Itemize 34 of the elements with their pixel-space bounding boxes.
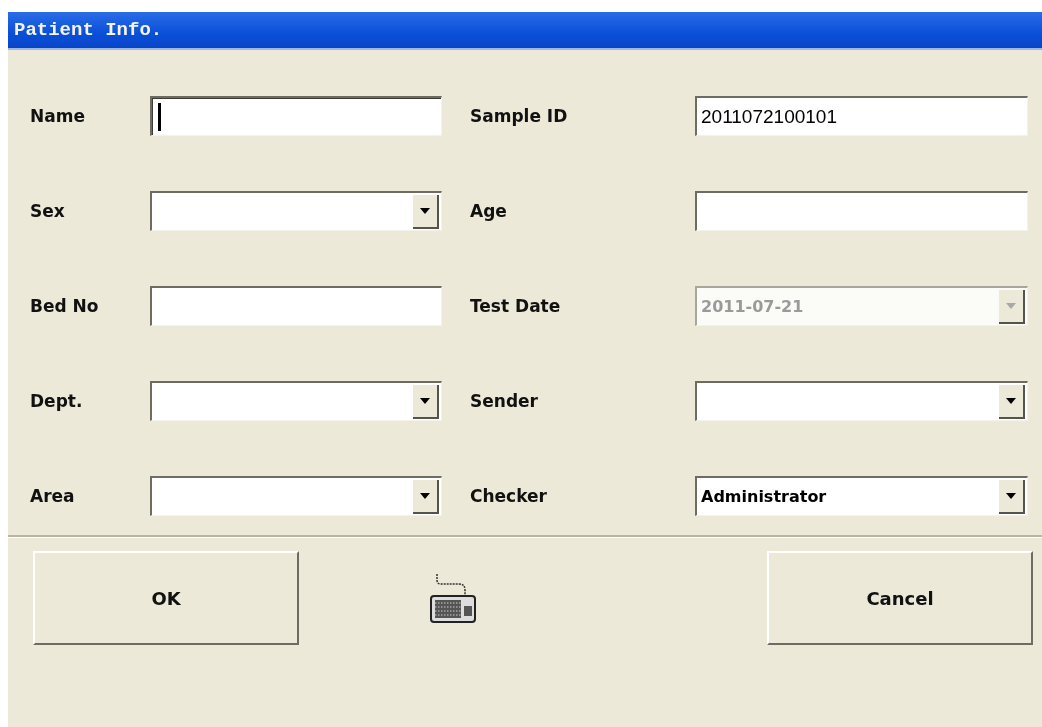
- field-label: Sex: [30, 201, 66, 221]
- caret-icon: [420, 492, 430, 499]
- input-field[interactable]: [150, 96, 442, 136]
- dropdown[interactable]: [150, 191, 442, 231]
- field-label: Checker: [470, 486, 548, 506]
- field-label: Bed No: [30, 296, 100, 316]
- field-label: Test Date: [470, 296, 562, 316]
- dropdown-button[interactable]: [413, 479, 439, 514]
- ok-button[interactable]: OK: [33, 551, 299, 645]
- input-field[interactable]: [695, 191, 1028, 231]
- field-label: Dept.: [30, 391, 84, 411]
- input-field[interactable]: 2011072100101: [695, 96, 1028, 136]
- window-title: Patient Info.: [14, 19, 163, 41]
- caret-icon: [1006, 302, 1016, 309]
- dropdown-button[interactable]: [999, 479, 1025, 514]
- dropdown-button[interactable]: [999, 384, 1025, 419]
- dropdown-button[interactable]: [413, 194, 439, 229]
- dropdown-button[interactable]: [413, 384, 439, 419]
- caret-icon: [420, 207, 430, 214]
- cancel-button[interactable]: Cancel: [767, 551, 1033, 645]
- field-label: Age: [470, 201, 508, 221]
- input-field[interactable]: [150, 286, 442, 326]
- caret-icon: [420, 397, 430, 404]
- field-label: Sample ID: [470, 106, 569, 126]
- dropdown[interactable]: [695, 381, 1028, 421]
- dropdown[interactable]: [150, 476, 442, 516]
- field-label: Area: [30, 486, 76, 506]
- keyboard-icon[interactable]: [429, 572, 477, 624]
- dropdown[interactable]: [150, 381, 442, 421]
- caret-icon: [1006, 492, 1016, 499]
- field-label: Sender: [470, 391, 539, 411]
- dropdown[interactable]: Administrator: [695, 476, 1028, 516]
- caret-icon: [1006, 397, 1016, 404]
- field-label: Name: [30, 106, 86, 126]
